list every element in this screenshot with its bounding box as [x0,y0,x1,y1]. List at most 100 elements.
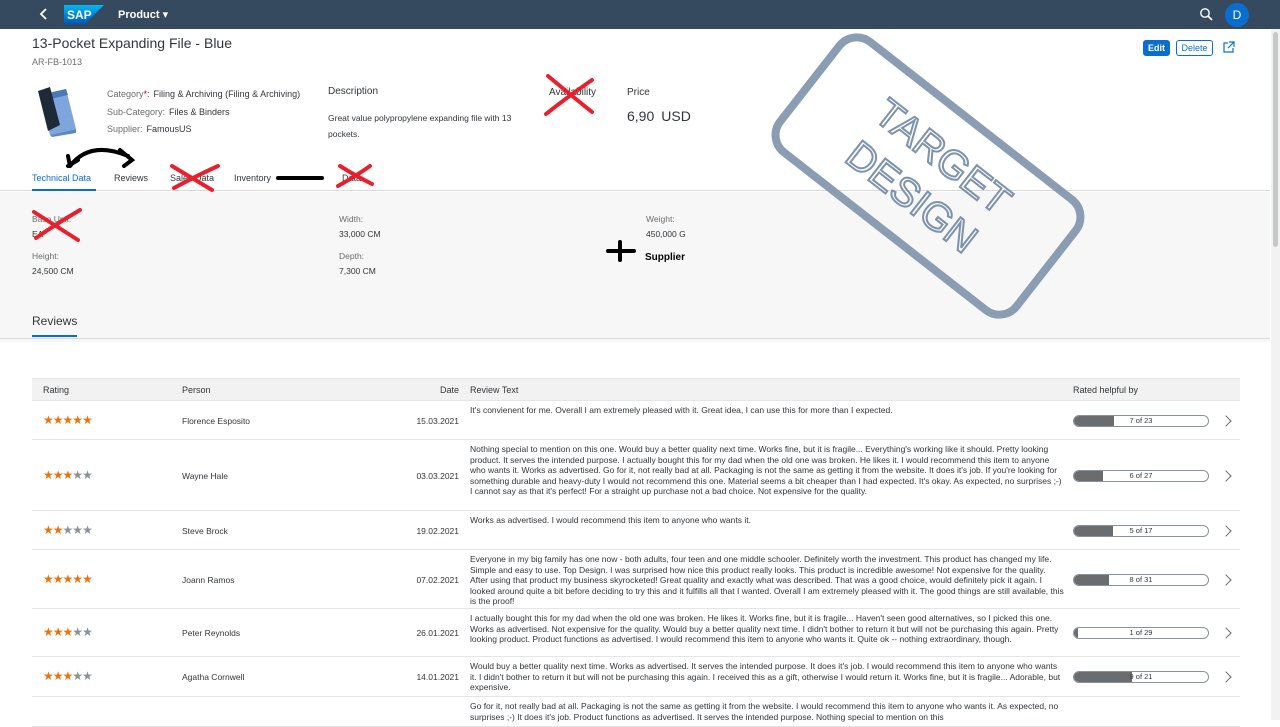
delete-button[interactable]: Delete [1176,40,1213,56]
base-unit-label: Base Unit: [32,214,72,224]
helpful-count: 6 of 27 [1129,470,1153,480]
height-field: Height: 24,500 CM [32,251,74,276]
rating-stars: ★★★★★ [43,412,93,427]
weight-label: Weight: [646,214,675,224]
helpful-count: 1 of 29 [1129,628,1153,637]
row-navigation-chevron-icon[interactable] [1220,414,1232,427]
table-body: ★★★★★ Florence Esposito 15.03.2021 It's con… [32,401,1240,727]
table-row[interactable]: ★★★★★ Steve Brock 19.02.2021 Works as adver… [32,511,1240,550]
page-scrollbar[interactable] [1271,29,1280,720]
back-arrow-icon[interactable] [36,6,52,22]
subcategory-value: Files & Binders [169,106,230,117]
tab-inventory[interactable]: Inventory [234,173,271,183]
row-navigation-chevron-icon[interactable] [1220,671,1232,683]
reviews-section-title: Reviews [32,314,78,328]
review-text: Would buy a better quality next time. Wo… [470,661,1061,692]
table-row[interactable]: ★★★★★ Florence Esposito 15.03.2021 It's con… [32,401,1240,440]
table-row[interactable]: ★★★★★ Wayne Hale 03.03.2021 Nothing special… [32,440,1240,511]
table-row[interactable]: ★★★★★ Agatha Cornwell 14.01.2021 Would buy … [32,657,1240,697]
reviewer-name: Steve Brock [182,525,228,536]
column-date[interactable]: Date [440,385,459,395]
helpful-count: 8 of 31 [1129,574,1153,584]
helpful-progress-bar: 1 of 29 [1073,627,1209,639]
helpful-progress-bar: 9 of 21 [1073,671,1209,683]
table-row[interactable]: Go for it, not really bad at all. Packag… [32,697,1240,727]
review-date: 03.03.2021 [416,470,459,481]
review-date: 15.03.2021 [416,415,459,426]
tab-sales-data[interactable]: Sales Data [170,173,214,183]
review-date: 19.02.2021 [416,525,459,536]
object-header: 13-Pocket Expanding File - Blue AR-FB-10… [0,29,1270,191]
share-icon[interactable] [1222,41,1235,54]
category-value: Filing & Archiving (Filing & Archiving) [153,89,301,99]
reviewer-name: Florence Esposito [182,415,251,426]
weight-value: 450,000 G [646,229,686,239]
helpful-progress-bar: 5 of 17 [1073,524,1209,537]
tab-technical-data[interactable]: Technical Data [32,173,91,183]
technical-data-section: Base Unit: EA Width: 33,000 CM Weight: 4… [0,192,1270,342]
review-text: Works as advertised. I would recommend t… [470,515,751,525]
helpful-count: 9 of 21 [1129,672,1153,681]
width-value: 33,000 CM [339,229,381,239]
helpful-progress-bar: 8 of 31 [1073,573,1209,586]
scrollbar-thumb[interactable] [1273,32,1278,247]
row-navigation-chevron-icon[interactable] [1220,627,1232,639]
review-date: 26.01.2021 [416,628,459,638]
review-date: 14.01.2021 [416,672,459,682]
category-label: Category [107,89,144,99]
user-avatar[interactable]: D [1225,3,1249,27]
supplier-value: FamousUS [146,124,192,134]
description-text: Great value polypropylene expanding file… [328,113,512,139]
depth-value: 7,300 CM [339,266,376,276]
column-review-text[interactable]: Review Text [470,385,518,395]
page-title: 13-Pocket Expanding File - Blue [32,35,232,51]
depth-field: Depth: 7,300 CM [339,251,376,276]
rating-stars: ★★★★★ [43,625,93,639]
app-title-menu[interactable]: Product ▾ [118,8,168,21]
reviewer-name: Agatha Cornwell [182,672,245,682]
search-icon[interactable] [1199,7,1214,22]
helpful-count: 7 of 23 [1129,415,1153,425]
active-tab-indicator [32,189,96,191]
column-rating[interactable]: Rating [43,385,69,395]
row-navigation-chevron-icon[interactable] [1220,573,1232,586]
rating-stars: ★★★★★ [43,669,93,683]
section-tabs: Technical Data Reviews Sales Data Invent… [0,170,700,192]
rating-stars: ★★★★★ [43,571,93,586]
column-rated-helpful[interactable]: Rated helpful by [1073,385,1138,395]
tab-data[interactable]: Data [342,173,361,183]
price-label: Price [627,87,650,98]
reviewer-name: Peter Reynolds [182,628,241,638]
shell-bar: SAP Product ▾ D [0,0,1280,29]
price-amount: 6,90 [627,108,655,124]
helpful-count: 5 of 17 [1129,525,1153,535]
depth-label: Depth: [339,251,365,261]
price-value: 6,90 USD [627,108,691,124]
review-text: Everyone in my big family has one now - … [470,554,1064,606]
base-unit-field: Base Unit: EA [32,214,71,239]
tab-reviews[interactable]: Reviews [114,173,148,183]
edit-button[interactable]: Edit [1143,40,1170,56]
review-date: 07.02.2021 [416,574,459,585]
base-unit-value: EA [32,229,44,239]
column-person[interactable]: Person [182,385,211,395]
table-row[interactable]: ★★★★★ Joann Ramos 07.02.2021 Everyone in my… [32,550,1240,609]
row-navigation-chevron-icon[interactable] [1220,469,1232,482]
width-field: Width: 33,000 CM [339,214,381,239]
row-navigation-chevron-icon[interactable] [1220,524,1232,537]
svg-text:SAP: SAP [67,8,92,22]
review-text: Go for it, not really bad at all. Packag… [470,701,1059,722]
availability-label: Availability [549,87,597,98]
width-label: Width: [339,214,364,224]
rating-stars: ★★★★★ [43,467,93,482]
annotation-add-supplier: Supplier [645,252,686,263]
section-divider [0,338,1270,339]
review-text: Nothing special to mention on this one. … [470,444,1062,496]
reviewer-name: Joann Ramos [182,574,235,585]
product-attributes: Category*: Filing & Archiving (Filing & A… [107,89,301,134]
reviews-title-underline [32,335,77,337]
table-row[interactable]: ★★★★★ Peter Reynolds 26.01.2021 I actually … [32,609,1240,657]
sap-logo: SAP [64,5,104,24]
description-label: Description [328,86,379,97]
price-currency: USD [661,108,691,124]
